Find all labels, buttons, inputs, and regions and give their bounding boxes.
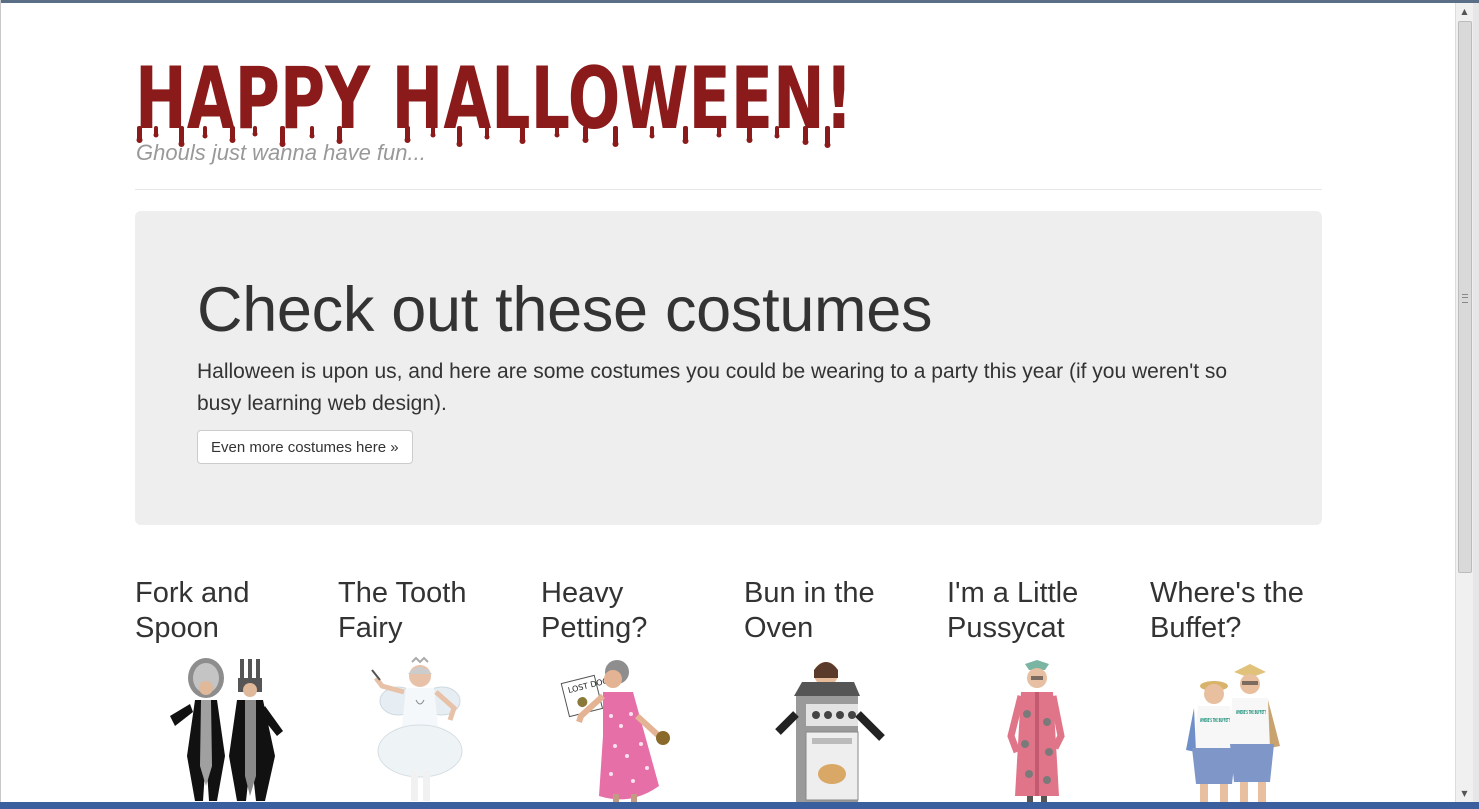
buffet-shirt-text: WHERE'S THE BUFFET? (1236, 710, 1266, 716)
costume-title: I'm a Little Pussycat (947, 577, 1079, 644)
logo-text: HAPPY HALLOWEEN! (135, 49, 853, 148)
fork-and-spoon-image[interactable] (135, 656, 325, 806)
tooth-fairy-image[interactable] (338, 656, 528, 806)
window-bottom-border (0, 802, 1479, 809)
costume-card-heavy-petting: Heavy Petting? LOST DOG (541, 576, 721, 804)
scroll-thumb[interactable] (1458, 21, 1472, 573)
wheres-the-buffet-image[interactable]: WHERE'S THE BUFFET? WHERE'S THE BUFFET? (1150, 656, 1340, 806)
costume-card-wheres-the-buffet: Where's the Buffet? WHERE'S THE BUFFET? … (1150, 576, 1330, 802)
costume-card-little-pussycat: I'm a Little Pussycat (947, 576, 1127, 804)
more-costumes-button[interactable]: Even more costumes here » (197, 430, 413, 464)
jumbotron-text: Halloween is upon us, and here are some … (197, 360, 1228, 415)
tagline: Ghouls just wanna have fun... (136, 140, 426, 165)
window-left-border (0, 0, 1, 809)
header-divider (135, 189, 1322, 190)
costume-card-fork-spoon: Fork and Spoon (135, 576, 315, 801)
costume-title: Where's the Buffet? (1150, 577, 1304, 644)
scroll-grip-icon (1462, 294, 1468, 303)
window-right-border (1473, 3, 1479, 802)
vertical-scrollbar[interactable]: ▲ ▼ (1455, 3, 1473, 802)
costume-title: The Tooth Fairy (338, 577, 467, 644)
costume-title: Heavy Petting? (541, 577, 648, 644)
heavy-petting-image[interactable]: LOST DOG (541, 656, 731, 806)
costume-card-tooth-fairy: The Tooth Fairy (338, 576, 518, 801)
little-pussycat-image[interactable] (947, 656, 1137, 806)
scroll-down-arrow-icon[interactable]: ▼ (1456, 785, 1473, 802)
scroll-up-arrow-icon[interactable]: ▲ (1456, 3, 1473, 20)
happy-halloween-logo: HAPPY HALLOWEEN! (135, 49, 853, 148)
costume-title: Bun in the Oven (744, 577, 875, 644)
buffet-shirt-text: WHERE'S THE BUFFET? (1200, 718, 1230, 724)
bun-in-the-oven-image[interactable] (744, 656, 934, 806)
jumbotron-heading: Check out these costumes (197, 275, 933, 345)
costume-card-bun-in-oven: Bun in the Oven (744, 576, 924, 804)
costume-title: Fork and Spoon (135, 577, 250, 644)
window-top-border (0, 0, 1479, 3)
